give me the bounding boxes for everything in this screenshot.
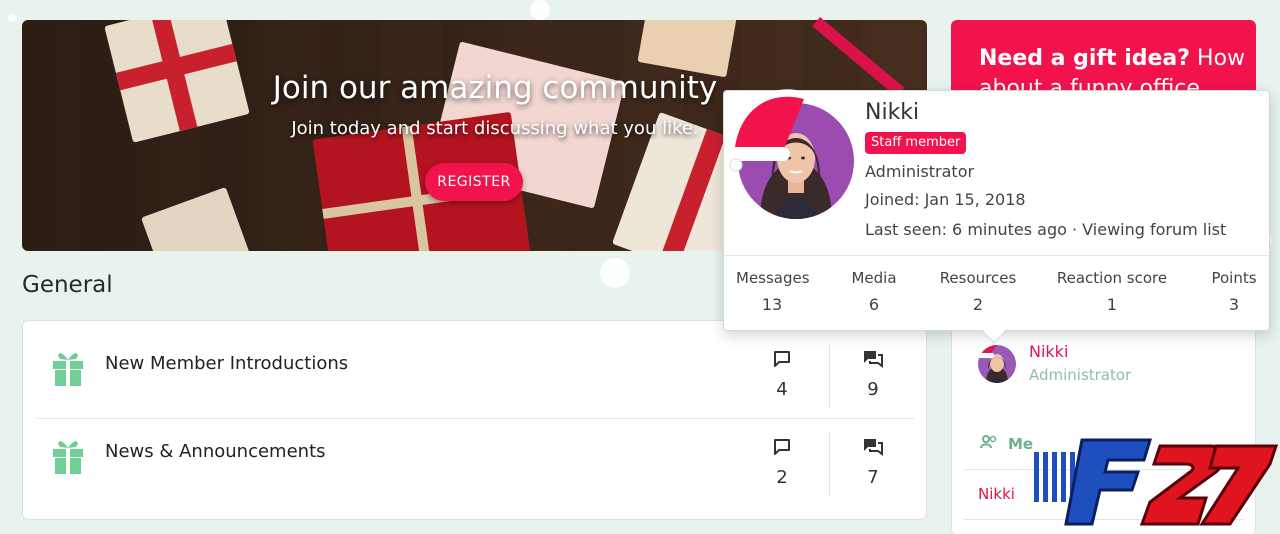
threads-stat: 2	[752, 437, 812, 488]
forum-row[interactable]: News & Announcements 2 7	[37, 421, 914, 507]
messages-count: 9	[867, 379, 879, 400]
staff-badge: Staff member	[865, 132, 967, 154]
members-heading: Me	[980, 435, 1033, 453]
forum-row[interactable]: New Member Introductions 4 9	[37, 333, 914, 419]
comments-icon	[864, 351, 883, 368]
forum-list: New Member Introductions 4 9 News & Anno…	[22, 320, 927, 520]
stat-value: 6	[868, 295, 880, 314]
register-button[interactable]: REGISTER	[425, 163, 523, 201]
snowflake	[8, 14, 16, 22]
stat-label: Reaction score	[1056, 269, 1168, 287]
snowflake	[530, 0, 550, 20]
snowflake	[600, 258, 630, 288]
threads-stat: 4	[752, 349, 812, 400]
member-joined: Joined: Jan 15, 2018	[865, 190, 1026, 209]
gift-decoration	[637, 20, 737, 78]
stat-reaction-score[interactable]: Reaction score 1	[1056, 269, 1168, 314]
hero-subtitle: Join today and start discussing what you…	[291, 118, 699, 139]
comments-icon	[864, 439, 883, 456]
staff-role: Administrator	[1029, 366, 1132, 384]
divider	[829, 345, 830, 407]
member-link[interactable]: Nikki	[978, 485, 1015, 503]
stat-messages[interactable]: Messages 13	[736, 269, 810, 314]
comment-icon	[774, 439, 790, 455]
stat-resources[interactable]: Resources 2	[938, 269, 1018, 314]
gift-icon	[53, 441, 83, 474]
stat-value: 1	[1106, 295, 1118, 314]
avatar[interactable]	[978, 345, 1016, 383]
stat-value: 13	[761, 295, 783, 314]
member-role: Administrator	[865, 162, 975, 181]
users-icon	[980, 435, 998, 453]
messages-stat: 7	[843, 437, 903, 488]
stat-label: Points	[1211, 269, 1257, 287]
threads-count: 4	[776, 379, 788, 400]
gift-decoration	[104, 20, 250, 143]
member-tooltip-card: Nikki Staff member Administrator Joined:…	[723, 89, 1270, 344]
santa-hat-icon	[726, 89, 811, 172]
promo-bold: Need a gift idea?	[979, 46, 1191, 71]
section-title: General	[22, 272, 113, 298]
stat-value: 3	[1228, 295, 1240, 314]
stat-media[interactable]: Media 6	[846, 269, 902, 314]
member-last-seen: Last seen: 6 minutes ago · Viewing forum…	[865, 220, 1227, 239]
divider	[829, 433, 830, 495]
gift-decoration	[141, 187, 253, 251]
messages-stat: 9	[843, 349, 903, 400]
forum-title[interactable]: News & Announcements	[105, 441, 326, 462]
stat-label: Resources	[939, 269, 1017, 287]
stat-value: 2	[972, 295, 984, 314]
threads-count: 2	[776, 467, 788, 488]
divider	[724, 255, 1269, 256]
stat-points[interactable]: Points 3	[1208, 269, 1260, 314]
forum-title[interactable]: New Member Introductions	[105, 353, 348, 374]
stat-label: Messages	[736, 269, 810, 287]
hero-title: Join our amazing community	[272, 70, 718, 106]
f27-watermark-logo	[1034, 438, 1279, 526]
gift-icon	[53, 353, 83, 386]
member-name[interactable]: Nikki	[865, 100, 919, 125]
comment-icon	[774, 351, 790, 367]
messages-count: 7	[867, 467, 879, 488]
staff-name[interactable]: Nikki	[1029, 342, 1068, 361]
stat-label: Media	[851, 269, 897, 287]
santa-hat-icon	[978, 345, 997, 358]
